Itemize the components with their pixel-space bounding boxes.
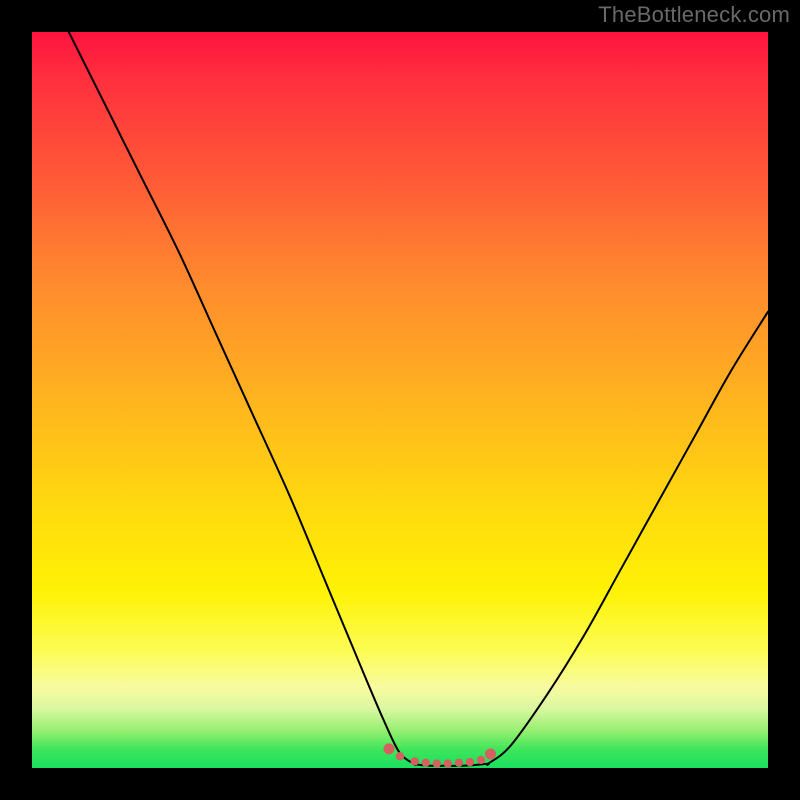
valley-dot <box>422 759 430 767</box>
watermark-text: TheBottleneck.com <box>598 2 790 28</box>
valley-dot <box>384 743 395 754</box>
valley-dot <box>396 752 404 760</box>
valley-dot <box>477 756 485 764</box>
plot-area <box>32 32 768 768</box>
chart-frame: TheBottleneck.com <box>0 0 800 800</box>
valley-dot <box>433 759 441 767</box>
valley-dot <box>485 749 496 760</box>
valley-dot <box>455 759 463 767</box>
valley-dot <box>444 759 452 767</box>
valley-dot <box>466 758 474 766</box>
bottleneck-curve-path <box>69 32 768 766</box>
curve-layer <box>32 32 768 768</box>
valley-dot <box>411 757 419 765</box>
